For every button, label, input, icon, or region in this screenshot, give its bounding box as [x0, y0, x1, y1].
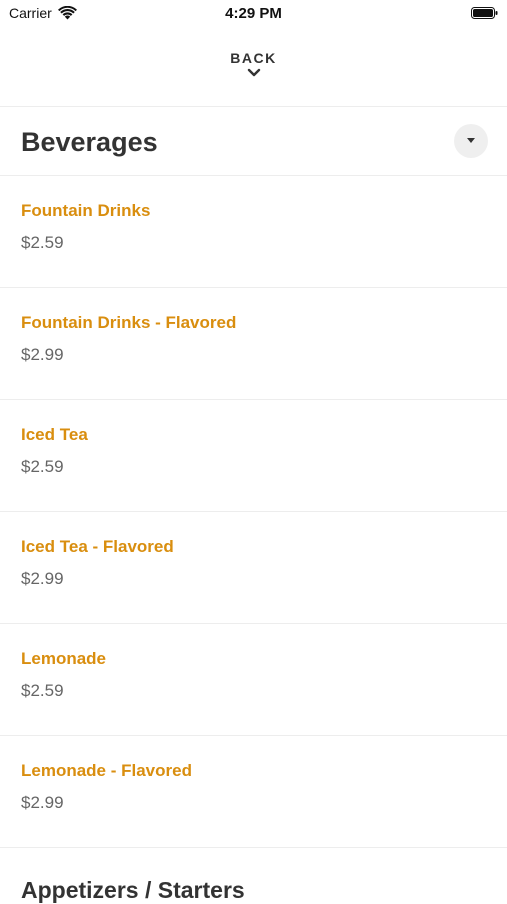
- item-price: $2.59: [21, 681, 64, 700]
- header-divider: [0, 106, 507, 107]
- item-price: $2.59: [21, 233, 64, 252]
- menu-item-list: Fountain Drinks $2.59 Fountain Drinks - …: [0, 176, 507, 848]
- item-name: Fountain Drinks - Flavored: [21, 313, 237, 332]
- item-price: $2.99: [21, 569, 64, 588]
- caret-down-icon: [467, 138, 475, 143]
- item-price: $2.99: [21, 345, 64, 364]
- back-label: BACK: [230, 50, 277, 66]
- item-name: Iced Tea: [21, 425, 88, 444]
- status-time: 4:29 PM: [225, 5, 282, 22]
- menu-item[interactable]: Lemonade $2.59: [0, 624, 507, 736]
- section-title: Beverages: [21, 127, 158, 157]
- item-price: $2.99: [21, 793, 64, 812]
- item-name: Fountain Drinks: [21, 201, 151, 220]
- menu-item[interactable]: Fountain Drinks $2.59: [0, 176, 507, 288]
- section-toggle-button[interactable]: [454, 124, 488, 158]
- menu-item[interactable]: Iced Tea $2.59: [0, 400, 507, 512]
- battery-icon: [471, 7, 498, 19]
- menu-item[interactable]: Iced Tea - Flavored $2.99: [0, 512, 507, 624]
- item-name: Lemonade: [21, 649, 107, 668]
- item-price: $2.59: [21, 457, 64, 476]
- menu-item[interactable]: Fountain Drinks - Flavored $2.99: [0, 288, 507, 400]
- item-name: Iced Tea - Flavored: [21, 537, 174, 556]
- item-name: Lemonade - Flavored: [21, 761, 192, 780]
- status-bar: Carrier 4:29 PM: [0, 0, 507, 28]
- chevron-down-icon: [247, 68, 260, 77]
- menu-item[interactable]: Lemonade - Flavored $2.99: [0, 736, 507, 848]
- section-header[interactable]: Beverages: [0, 108, 507, 175]
- back-button[interactable]: BACK: [0, 46, 507, 92]
